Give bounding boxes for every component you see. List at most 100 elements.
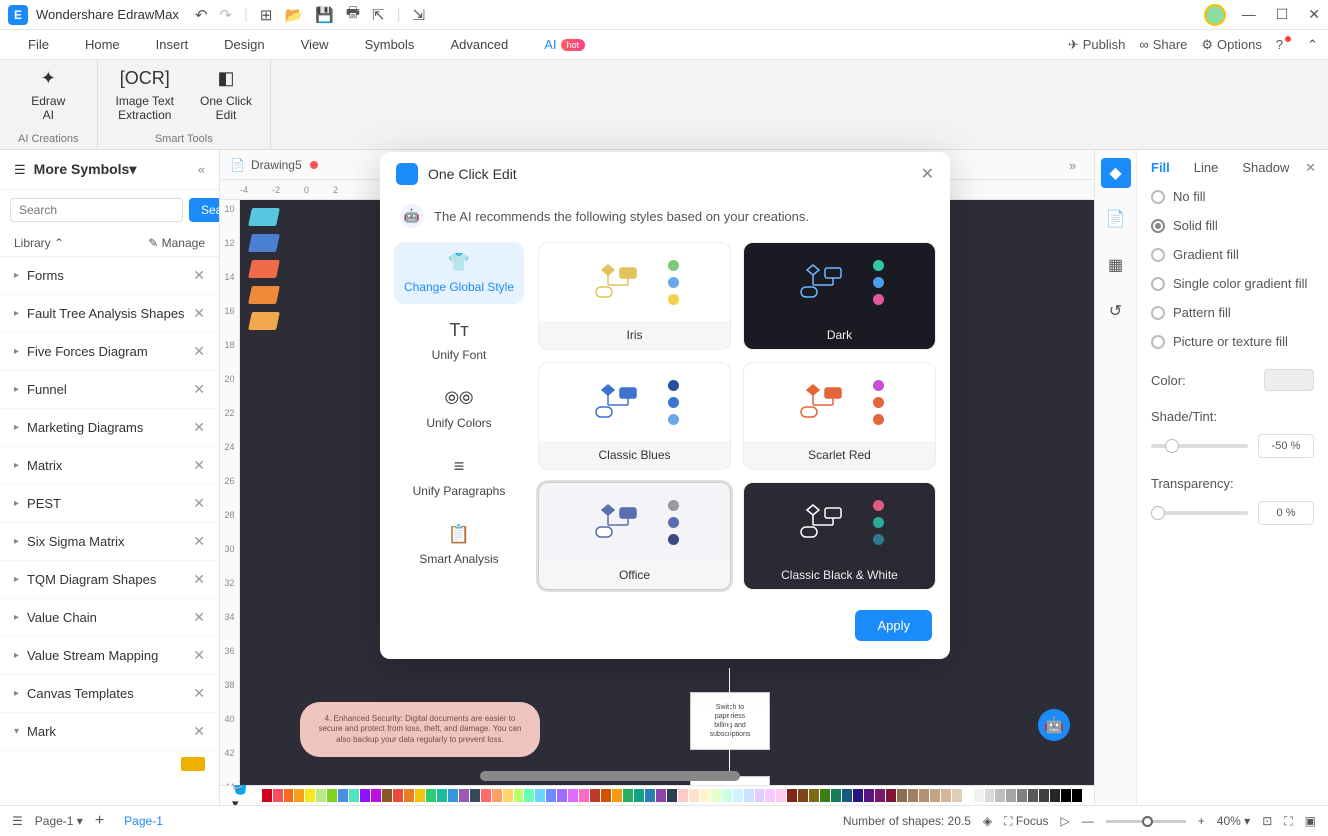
fill-tool-tab[interactable]: ◆ [1101,158,1131,188]
color-swatch[interactable] [623,789,633,802]
color-swatch[interactable] [776,789,786,802]
color-swatch[interactable] [755,789,765,802]
style-action-smart-analysis[interactable]: 📋Smart Analysis [394,514,524,576]
fill-option-5[interactable]: Picture or texture fill [1151,334,1314,349]
color-swatch[interactable] [831,789,841,802]
collapse-sidebar-icon[interactable]: « [198,162,205,177]
color-swatch[interactable] [744,789,754,802]
menu-view[interactable]: View [283,30,347,59]
lib-item-canvas-templates[interactable]: Canvas Templates✕ [0,675,219,713]
horizontal-scrollbar[interactable] [480,771,740,781]
color-swatch[interactable] [349,789,359,802]
fill-option-4[interactable]: Pattern fill [1151,305,1314,320]
lib-item-matrix[interactable]: Matrix✕ [0,447,219,485]
color-swatch[interactable] [787,789,797,802]
page-tab[interactable]: Page-1 [116,814,171,828]
close-icon[interactable]: ✕ [193,647,205,664]
color-swatch[interactable] [459,789,469,802]
save-icon[interactable]: 💾 [315,6,334,24]
library-label[interactable]: Library ⌃ [14,236,64,250]
color-swatch[interactable] [371,789,381,802]
close-icon[interactable]: ✕ [193,571,205,588]
color-swatch[interactable] [667,789,677,802]
edraw-ai[interactable]: ✦Edraw AI [31,68,65,123]
color-swatch[interactable] [645,789,655,802]
color-swatch[interactable] [908,789,918,802]
color-swatch[interactable] [1006,789,1016,802]
color-swatch[interactable] [590,789,600,802]
focus-button[interactable]: ⛶ Focus [1004,814,1048,829]
mark-shape[interactable] [181,757,205,771]
color-swatch[interactable] [634,789,644,802]
minimize-button[interactable]: — [1242,6,1256,23]
ai-assistant-fab[interactable]: 🤖 [1038,709,1070,741]
manage-button[interactable]: ✎ Manage [148,236,205,250]
color-swatch[interactable] [952,789,962,802]
style-card-office[interactable]: Office [538,482,731,590]
color-swatch[interactable] [393,789,403,802]
lib-item-value-chain[interactable]: Value Chain✕ [0,599,219,637]
close-icon[interactable]: ✕ [193,381,205,398]
color-swatch[interactable] [941,789,951,802]
color-swatch[interactable] [327,789,337,802]
user-avatar[interactable] [1204,4,1226,26]
canvas-shape[interactable] [248,286,280,304]
fit-width-icon[interactable]: ▣ [1305,814,1316,828]
color-swatch[interactable] [886,789,896,802]
presentation-tool-tab[interactable]: ▦ [1101,250,1131,280]
print-icon[interactable]: 🖶 [346,2,360,27]
color-swatch[interactable] [404,789,414,802]
lib-item-mark[interactable]: Mark✕ [0,713,219,751]
close-button[interactable]: ✕ [1308,6,1320,23]
lib-item-fault-tree-analysis-shapes[interactable]: Fault Tree Analysis Shapes✕ [0,295,219,333]
color-swatch[interactable] [535,789,545,802]
color-swatch[interactable] [820,789,830,802]
close-icon[interactable]: ✕ [193,305,205,322]
lib-item-five-forces-diagram[interactable]: Five Forces Diagram✕ [0,333,219,371]
close-icon[interactable]: ✕ [193,495,205,512]
color-swatch[interactable] [689,789,699,802]
play-button[interactable]: ▷ [1061,814,1070,828]
menu-symbols[interactable]: Symbols [347,30,433,59]
color-swatch[interactable] [1072,789,1082,802]
color-swatch[interactable] [448,789,458,802]
help-button[interactable]: ? [1276,37,1293,52]
color-swatch[interactable] [798,789,808,802]
menu-design[interactable]: Design [206,30,282,59]
color-swatch[interactable] [995,789,1005,802]
color-swatch[interactable] [974,789,984,802]
image-text-extraction[interactable]: [OCR]Image Text Extraction [116,68,174,123]
canvas-shape[interactable] [248,260,280,278]
color-swatch[interactable] [524,789,534,802]
menu-ai[interactable]: AIhot [526,30,603,59]
color-swatch[interactable] [316,789,326,802]
fill-option-1[interactable]: Solid fill [1151,218,1314,233]
modal-close-button[interactable]: ✕ [921,164,934,184]
fit-page-icon[interactable]: ⊡ [1262,814,1272,828]
canvas-shape[interactable] [248,234,280,252]
style-card-dark[interactable]: Dark [743,242,936,350]
color-swatch[interactable] [415,789,425,802]
color-swatch[interactable] [568,789,578,802]
file-tab[interactable]: 📄 Drawing5 [230,158,302,172]
color-swatch[interactable] [1028,789,1038,802]
style-card-classic-blues[interactable]: Classic Blues [538,362,731,470]
color-swatch[interactable] [305,789,315,802]
color-swatch[interactable] [678,789,688,802]
fill-option-0[interactable]: No fill [1151,189,1314,204]
close-icon[interactable]: ✕ [193,267,205,284]
color-swatch[interactable] [612,789,622,802]
outline-view-icon[interactable]: ☰ [12,814,23,828]
color-swatch[interactable] [897,789,907,802]
color-swatch[interactable] [382,789,392,802]
open-icon[interactable]: 📂 [284,6,303,24]
close-icon[interactable]: ✕ [193,609,205,626]
fill-option-3[interactable]: Single color gradient fill [1151,276,1314,291]
color-swatch[interactable] [853,789,863,802]
transparency-slider[interactable] [1151,511,1248,515]
undo-icon[interactable]: ↶ [195,6,208,24]
fullscreen-icon[interactable]: ⛶ [1284,814,1292,829]
lib-item-value-stream-mapping[interactable]: Value Stream Mapping✕ [0,637,219,675]
zoom-out-button[interactable]: — [1082,814,1094,828]
color-swatch[interactable] [722,789,732,802]
